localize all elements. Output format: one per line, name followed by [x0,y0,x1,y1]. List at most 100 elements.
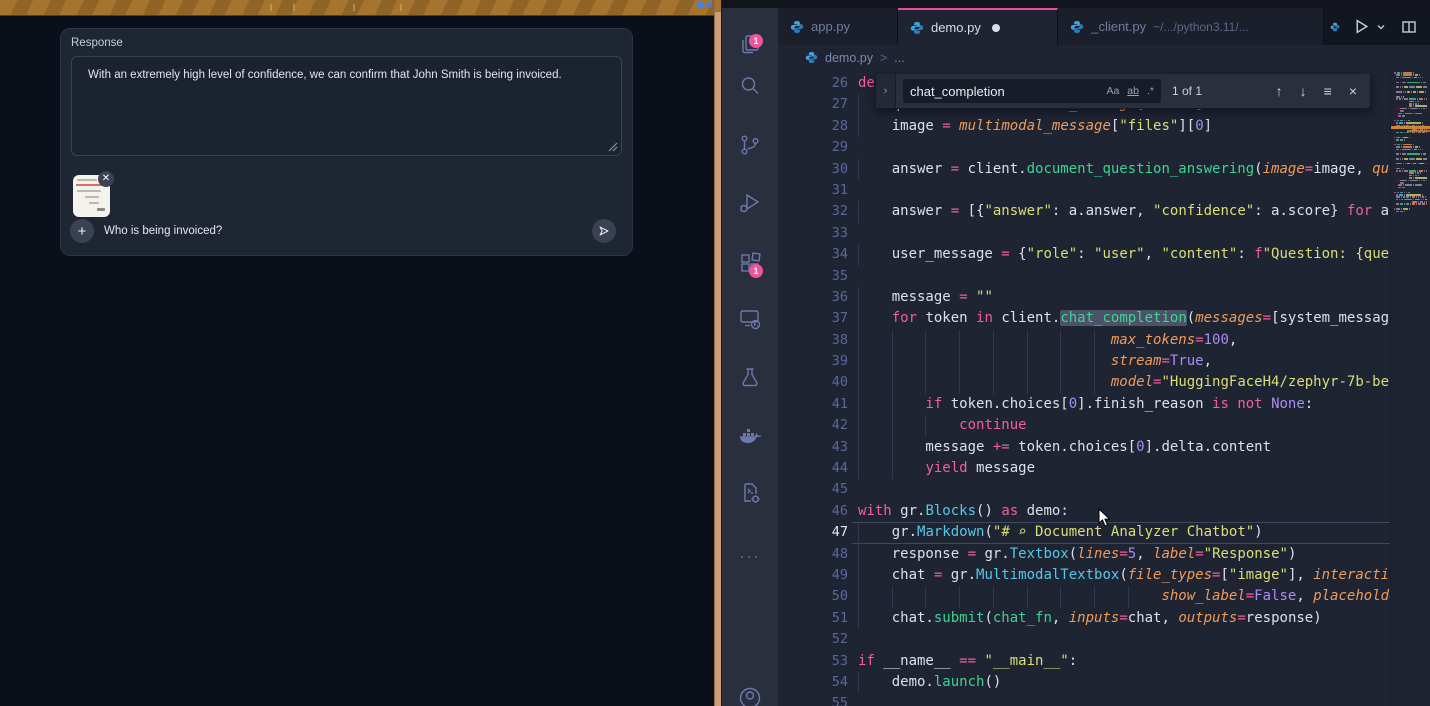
minimap-row [1394,156,1427,158]
search-icon[interactable] [737,73,763,99]
code-token: "content" [1161,246,1237,262]
run-file-button[interactable] [1353,18,1370,35]
code-line[interactable]: 54 demo.launch() [778,672,1390,693]
thumb-detail [77,190,101,192]
find-buttons: ↑ ↓ ≡ × [1276,83,1370,99]
code-line[interactable]: 43 message += token.choices[0].delta.con… [778,437,1390,458]
code-line[interactable]: 39 stream=True, [778,351,1390,372]
code-line[interactable]: 29 [778,137,1390,158]
code-line[interactable]: 40 model="HuggingFaceH4/zephyr-7b-beta")… [778,372,1390,393]
line-number: 30 [778,159,848,180]
code-token: as [1001,503,1018,519]
send-button[interactable] [592,219,616,243]
minimap-find-match [1391,126,1430,129]
minimap-row [1394,182,1427,184]
code-line[interactable]: 42 continue [778,415,1390,436]
find-next-button[interactable]: ↓ [1300,83,1307,99]
tab-demo-py[interactable]: demo.py [898,8,1058,45]
breadcrumb-more[interactable]: ... [894,51,904,65]
tab-app-py[interactable]: app.py [778,8,898,45]
docker-icon[interactable] [737,424,763,450]
code-line[interactable]: 37 for token in client.chat_completion(m… [778,308,1390,329]
code-line[interactable]: 47 gr.Markdown("# ⌕ Document Analyzer Ch… [778,522,1390,543]
thumb-detail [89,202,99,204]
indent-guide [892,415,893,436]
code-token: Textbox [1010,546,1069,562]
line-number: 52 [778,629,848,650]
code-token: chat, [1128,610,1179,626]
code-line[interactable]: 28 image = multimodal_message["files"][0… [778,116,1390,137]
topbar-decoration [293,4,295,11]
tab-overflow-sliver[interactable] [1324,8,1340,45]
find-previous-button[interactable]: ↑ [1276,83,1283,99]
code-token: ( [1187,310,1195,326]
code-line[interactable]: 38 max_tokens=100, [778,330,1390,351]
indent-guide [1094,372,1095,393]
code-line[interactable]: 32 answer = [{"answer": a.answer, "confi… [778,201,1390,222]
code-line[interactable]: 55 [778,693,1390,706]
indent-guide [892,394,893,415]
code-line[interactable]: 33 [778,223,1390,244]
code-line[interactable]: 34 user_message = {"role": "user", "cont… [778,244,1390,265]
code-line[interactable]: 53if __name__ == "__main__": [778,651,1390,672]
split-editor-button[interactable] [1401,19,1417,35]
task-file-gear-icon[interactable] [737,480,763,506]
code-line[interactable]: 50 show_label=False, placeholder="Upload… [778,586,1390,607]
match-case-button[interactable]: Aa [1106,85,1119,97]
find-expand-toggle[interactable]: › [876,74,896,108]
find-close-button[interactable]: × [1349,83,1357,99]
send-icon [597,224,611,238]
account-icon[interactable] [737,684,763,706]
run-dropdown-chevron-icon[interactable] [1376,22,1386,32]
find-in-selection-button[interactable]: ≡ [1324,83,1332,99]
code-line[interactable]: 36 message = "" [778,287,1390,308]
tab-client-py[interactable]: _client.py ~/.../python3.11/... [1058,8,1324,45]
indent-guide [858,330,859,351]
code-token [858,417,959,433]
code-line[interactable]: 52 [778,629,1390,650]
chat-input[interactable]: Who is being invoiced? [104,225,222,237]
indent-guide [1128,586,1129,607]
source-control-icon[interactable] [737,132,763,158]
code-token [858,588,1161,604]
code-line[interactable]: 48 response = gr.Textbox(lines=5, label=… [778,544,1390,565]
code-token: = [1195,332,1203,348]
code-token [858,353,1111,369]
code-line[interactable]: 44 yield message [778,458,1390,479]
line-number: 42 [778,415,848,436]
code-line[interactable]: 31 [778,180,1390,201]
remote-explorer-icon[interactable] [737,306,763,332]
activity-bar: 1 1 [722,8,778,706]
code-lines[interactable]: 26def chat_fn(multimodal_message):27 que… [778,70,1390,706]
resize-handle-icon[interactable] [607,141,618,152]
remove-image-button[interactable]: ✕ [98,171,114,187]
breadcrumb: demo.py > ... [778,45,1430,70]
code-token: token.choices[ [1010,439,1136,455]
response-textarea[interactable]: With an extremely high level of confiden… [71,56,622,156]
code-line[interactable]: 49 chat = gr.MultimodalTextbox(file_type… [778,565,1390,586]
line-number: 49 [778,565,848,586]
modified-indicator[interactable] [992,24,1000,32]
code-line[interactable]: 51 chat.submit(chat_fn, inputs=chat, out… [778,608,1390,629]
line-number: 53 [778,651,848,672]
breadcrumb-file[interactable]: demo.py [825,51,873,65]
code-line[interactable]: 30 answer = client.document_question_ans… [778,159,1390,180]
editor-area: 26def chat_fn(multimodal_message):27 que… [778,70,1430,706]
regex-button[interactable]: .* [1147,85,1154,97]
mouse-cursor [1097,508,1113,528]
code-line[interactable]: 45 [778,479,1390,500]
code-token: , [1052,610,1069,626]
run-debug-icon[interactable] [737,190,763,216]
minimap-row [1394,74,1427,76]
minimap[interactable] [1390,70,1430,706]
find-query[interactable]: chat_completion [910,84,1098,99]
find-input[interactable]: chat_completion Aa ab .* [903,79,1161,103]
code-line[interactable]: 46with gr.Blocks() as demo: [778,501,1390,522]
more-actions-icon[interactable]: ··· [737,548,763,574]
code-line[interactable]: 41 if token.choices[0].finish_reason is … [778,394,1390,415]
testing-beaker-icon[interactable] [737,365,763,391]
minimap-row [1394,82,1427,84]
attach-file-button[interactable]: + [70,219,94,243]
whole-word-button[interactable]: ab [1127,85,1139,97]
code-line[interactable]: 35 [778,266,1390,287]
